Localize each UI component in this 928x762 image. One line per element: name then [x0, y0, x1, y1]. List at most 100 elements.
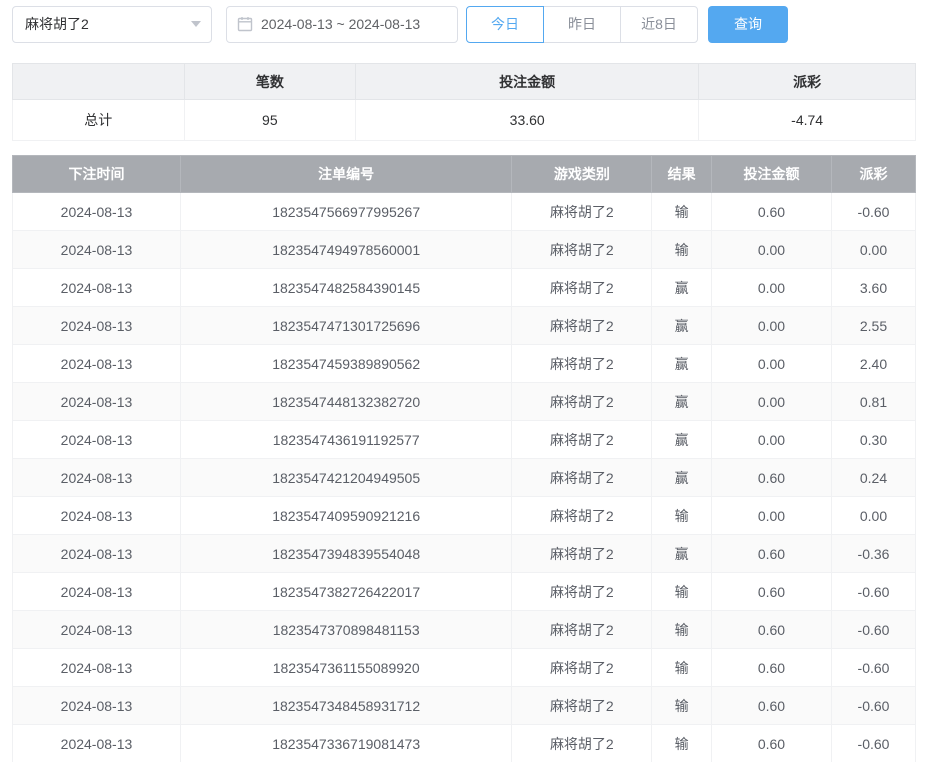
cell-game-type: 麻将胡了2 [512, 611, 652, 649]
cell-payout: -0.60 [832, 573, 916, 611]
cell-game-type: 麻将胡了2 [512, 687, 652, 725]
cell-game-type: 麻将胡了2 [512, 193, 652, 231]
cell-order-id: 1823547409590921216 [180, 497, 511, 535]
summary-total-bet-amount: 33.60 [356, 100, 699, 141]
table-row: 2024-08-131823547394839554048麻将胡了2赢0.60-… [13, 535, 916, 573]
cell-payout: -0.60 [832, 611, 916, 649]
quick-date-group: 今日 昨日 近8日 [466, 6, 698, 43]
cell-payout: 0.00 [832, 497, 916, 535]
cell-order-id: 1823547370898481153 [180, 611, 511, 649]
cell-game-type: 麻将胡了2 [512, 535, 652, 573]
cell-bet-time: 2024-08-13 [13, 307, 181, 345]
cell-bet-time: 2024-08-13 [13, 687, 181, 725]
today-button[interactable]: 今日 [466, 6, 544, 43]
cell-result: 输 [652, 649, 712, 687]
cell-bet-time: 2024-08-13 [13, 269, 181, 307]
cell-game-type: 麻将胡了2 [512, 725, 652, 762]
game-select-value: 麻将胡了2 [25, 14, 89, 34]
cell-bet-time: 2024-08-13 [13, 573, 181, 611]
cell-bet-amount: 0.00 [711, 421, 831, 459]
bet-records-table: 下注时间 注单编号 游戏类别 结果 投注金额 派彩 2024-08-131823… [12, 155, 916, 762]
cell-payout: 0.00 [832, 231, 916, 269]
table-row: 2024-08-131823547566977995267麻将胡了2输0.60-… [13, 193, 916, 231]
cell-bet-time: 2024-08-13 [13, 535, 181, 573]
chevron-down-icon [191, 21, 201, 27]
cell-bet-time: 2024-08-13 [13, 383, 181, 421]
cell-bet-time: 2024-08-13 [13, 497, 181, 535]
cell-result: 输 [652, 231, 712, 269]
table-row: 2024-08-131823547382726422017麻将胡了2输0.60-… [13, 573, 916, 611]
header-payout: 派彩 [832, 156, 916, 193]
cell-order-id: 1823547459389890562 [180, 345, 511, 383]
game-select[interactable]: 麻将胡了2 [12, 6, 212, 43]
cell-bet-time: 2024-08-13 [13, 421, 181, 459]
cell-result: 输 [652, 687, 712, 725]
cell-bet-amount: 0.00 [711, 497, 831, 535]
cell-bet-amount: 0.00 [711, 231, 831, 269]
cell-bet-amount: 0.60 [711, 535, 831, 573]
summary-total-count: 95 [184, 100, 356, 141]
cell-payout: -0.60 [832, 649, 916, 687]
cell-game-type: 麻将胡了2 [512, 573, 652, 611]
summary-header-bet-amount: 投注金额 [356, 64, 699, 100]
cell-order-id: 1823547348458931712 [180, 687, 511, 725]
cell-bet-amount: 0.00 [711, 345, 831, 383]
summary-header-count: 笔数 [184, 64, 356, 100]
cell-order-id: 1823547382726422017 [180, 573, 511, 611]
header-bet-amount: 投注金额 [711, 156, 831, 193]
search-button[interactable]: 查询 [708, 6, 788, 43]
cell-result: 输 [652, 573, 712, 611]
cell-order-id: 1823547471301725696 [180, 307, 511, 345]
cell-bet-time: 2024-08-13 [13, 345, 181, 383]
cell-bet-amount: 0.00 [711, 269, 831, 307]
summary-header-row: 笔数 投注金额 派彩 [13, 64, 916, 100]
cell-result: 赢 [652, 269, 712, 307]
cell-bet-amount: 0.60 [711, 573, 831, 611]
cell-result: 赢 [652, 383, 712, 421]
table-row: 2024-08-131823547370898481153麻将胡了2输0.60-… [13, 611, 916, 649]
table-row: 2024-08-131823547448132382720麻将胡了2赢0.000… [13, 383, 916, 421]
table-row: 2024-08-131823547436191192577麻将胡了2赢0.000… [13, 421, 916, 459]
cell-result: 赢 [652, 535, 712, 573]
cell-bet-amount: 0.60 [711, 725, 831, 762]
cell-game-type: 麻将胡了2 [512, 421, 652, 459]
cell-game-type: 麻将胡了2 [512, 497, 652, 535]
cell-payout: -0.60 [832, 193, 916, 231]
cell-bet-time: 2024-08-13 [13, 193, 181, 231]
cell-result: 赢 [652, 307, 712, 345]
cell-bet-amount: 0.60 [711, 193, 831, 231]
last-8-days-button[interactable]: 近8日 [620, 6, 698, 43]
cell-payout: -0.36 [832, 535, 916, 573]
cell-result: 赢 [652, 459, 712, 497]
cell-game-type: 麻将胡了2 [512, 269, 652, 307]
cell-game-type: 麻将胡了2 [512, 231, 652, 269]
cell-bet-amount: 0.00 [711, 307, 831, 345]
yesterday-button[interactable]: 昨日 [543, 6, 621, 43]
table-row: 2024-08-131823547471301725696麻将胡了2赢0.002… [13, 307, 916, 345]
summary-total-label: 总计 [13, 100, 185, 141]
cell-game-type: 麻将胡了2 [512, 459, 652, 497]
cell-payout: 0.24 [832, 459, 916, 497]
cell-bet-amount: 0.60 [711, 687, 831, 725]
cell-order-id: 1823547566977995267 [180, 193, 511, 231]
table-row: 2024-08-131823547409590921216麻将胡了2输0.000… [13, 497, 916, 535]
cell-bet-amount: 0.00 [711, 383, 831, 421]
cell-bet-time: 2024-08-13 [13, 649, 181, 687]
cell-result: 赢 [652, 421, 712, 459]
cell-order-id: 1823547482584390145 [180, 269, 511, 307]
cell-game-type: 麻将胡了2 [512, 649, 652, 687]
cell-payout: -0.60 [832, 725, 916, 762]
header-bet-time: 下注时间 [13, 156, 181, 193]
cell-result: 赢 [652, 345, 712, 383]
cell-bet-time: 2024-08-13 [13, 725, 181, 762]
table-row: 2024-08-131823547459389890562麻将胡了2赢0.002… [13, 345, 916, 383]
date-range-input[interactable]: 2024-08-13 ~ 2024-08-13 [226, 6, 458, 43]
cell-order-id: 1823547394839554048 [180, 535, 511, 573]
cell-order-id: 1823547448132382720 [180, 383, 511, 421]
cell-bet-amount: 0.60 [711, 649, 831, 687]
cell-payout: -0.60 [832, 687, 916, 725]
table-row: 2024-08-131823547361155089920麻将胡了2输0.60-… [13, 649, 916, 687]
calendar-icon [237, 16, 253, 32]
cell-result: 输 [652, 725, 712, 762]
cell-order-id: 1823547421204949505 [180, 459, 511, 497]
